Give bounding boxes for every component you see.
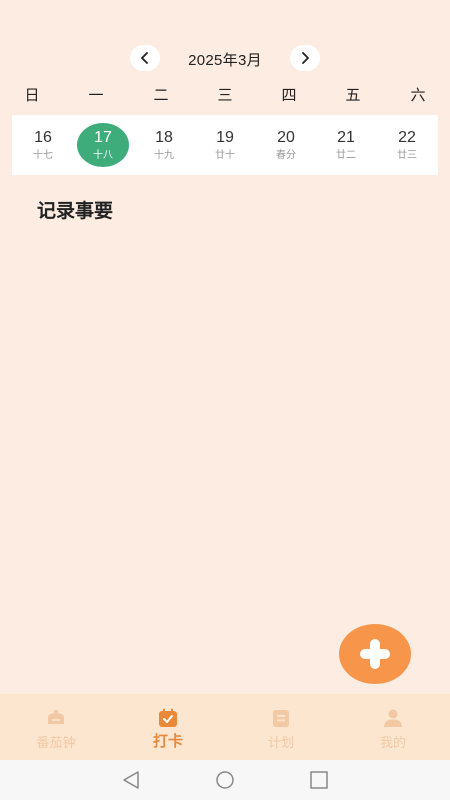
lunar-date: 十八 bbox=[93, 150, 113, 161]
lunar-date: 廿二 bbox=[336, 150, 356, 161]
weekday-sat: 六 bbox=[410, 87, 426, 104]
day-number: 17 bbox=[94, 129, 112, 146]
weekday-fri: 五 bbox=[345, 87, 361, 104]
user-icon bbox=[384, 709, 402, 727]
tab-checkin[interactable]: 打卡 bbox=[128, 694, 208, 760]
weekday-mon: 一 bbox=[88, 87, 104, 104]
tab-label: 计划 bbox=[267, 735, 294, 750]
lunar-date: 廿十 bbox=[215, 150, 235, 161]
weekday-header: 日 一 二 三 四 五 六 bbox=[0, 84, 450, 108]
next-month-button[interactable] bbox=[290, 45, 320, 71]
month-navigation: 2025年3月 bbox=[0, 44, 450, 74]
chevron-left-icon bbox=[141, 52, 148, 64]
lunar-date: 春分 bbox=[276, 150, 296, 161]
prev-month-button[interactable] bbox=[130, 45, 160, 71]
system-navigation-bar bbox=[0, 760, 450, 800]
day-number: 18 bbox=[155, 129, 173, 146]
weekday-thu: 四 bbox=[281, 87, 297, 104]
section-title: 记录事要 bbox=[37, 201, 114, 222]
day-number: 22 bbox=[398, 129, 416, 146]
day-cell[interactable]: 18 十九 bbox=[138, 115, 190, 175]
day-number: 19 bbox=[216, 129, 234, 146]
home-circle-icon[interactable] bbox=[214, 770, 236, 790]
tab-label: 番茄钟 bbox=[36, 735, 76, 750]
day-number: 21 bbox=[337, 129, 355, 146]
day-number: 16 bbox=[34, 129, 52, 146]
week-strip: 16 十七 17 十八 18 十九 19 廿十 20 春分 21 廿二 22 廿… bbox=[12, 115, 438, 175]
day-cell[interactable]: 21 廿二 bbox=[320, 115, 372, 175]
bottom-tab-bar: 番茄钟 打卡 计划 我的 bbox=[0, 694, 450, 760]
month-title: 2025年3月 bbox=[188, 51, 262, 69]
day-number: 20 bbox=[277, 129, 295, 146]
tab-mine[interactable]: 我的 bbox=[353, 694, 433, 760]
tab-label: 打卡 bbox=[152, 733, 183, 750]
tab-plan[interactable]: 计划 bbox=[241, 694, 321, 760]
weekday-tue: 二 bbox=[153, 87, 169, 104]
lunar-date: 十九 bbox=[154, 150, 174, 161]
plus-icon bbox=[360, 639, 390, 669]
day-cell[interactable]: 22 廿三 bbox=[381, 115, 433, 175]
day-cell[interactable]: 19 廿十 bbox=[199, 115, 251, 175]
calendar-check-icon bbox=[159, 708, 177, 727]
recents-square-icon[interactable] bbox=[308, 770, 330, 790]
tab-pomodoro[interactable]: 番茄钟 bbox=[16, 694, 96, 760]
lunar-date: 廿三 bbox=[397, 150, 417, 161]
day-cell[interactable]: 20 春分 bbox=[260, 115, 312, 175]
lunar-date: 十七 bbox=[33, 150, 53, 161]
chevron-right-icon bbox=[302, 52, 309, 64]
back-triangle-icon[interactable] bbox=[120, 770, 142, 790]
weekday-sun: 日 bbox=[24, 87, 40, 104]
list-icon bbox=[273, 710, 289, 727]
timer-icon bbox=[48, 710, 64, 724]
weekday-wed: 三 bbox=[217, 87, 233, 104]
add-record-button[interactable] bbox=[339, 624, 411, 684]
tab-label: 我的 bbox=[379, 735, 406, 750]
day-cell[interactable]: 16 十七 bbox=[17, 115, 69, 175]
day-cell-selected[interactable]: 17 十八 bbox=[77, 115, 129, 175]
